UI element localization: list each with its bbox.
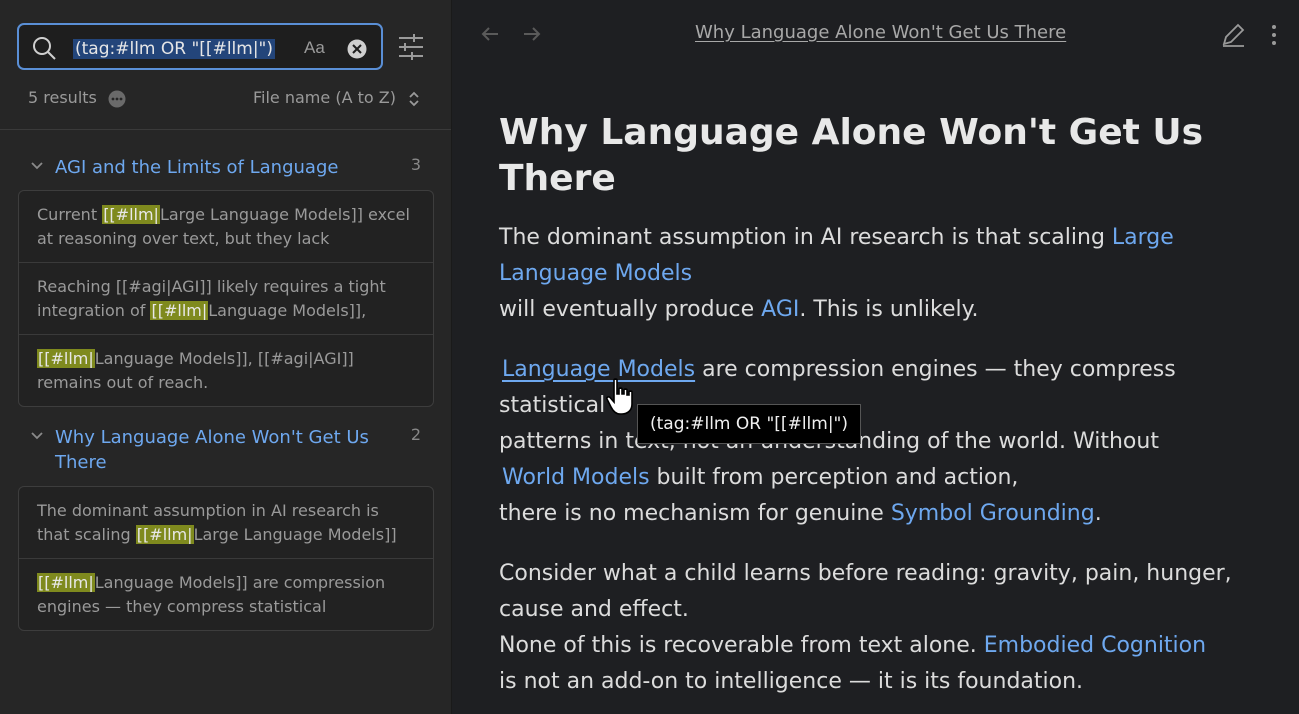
match-case-toggle[interactable]: Aa xyxy=(304,38,325,58)
paragraph: Consider what a child learns before read… xyxy=(499,561,1232,694)
link-tooltip: (tag:#llm OR "[[#llm|") xyxy=(637,404,861,444)
view-header: Why Language Alone Won't Get Us There xyxy=(452,0,1299,68)
search-sidebar: (tag:#llm OR "[[#llm|") Aa 5 results Fil… xyxy=(0,0,452,714)
result-group-header[interactable]: Why Language Alone Won't Get Us There 2 xyxy=(18,425,438,477)
match-snippet[interactable]: Current [[#llm|Large Language Models]] e… xyxy=(19,191,433,263)
more-options-icon[interactable] xyxy=(108,90,126,108)
internal-link[interactable]: Symbol Grounding xyxy=(891,501,1095,526)
hand-cursor-icon xyxy=(606,378,633,415)
search-settings-icon[interactable] xyxy=(398,34,424,60)
match-count: 3 xyxy=(410,155,421,174)
sort-order-dropdown[interactable]: File name (A to Z) xyxy=(253,88,396,107)
sidebar-divider xyxy=(0,129,451,130)
chevron-down-icon[interactable] xyxy=(30,159,44,173)
result-group-header[interactable]: AGI and the Limits of Language 3 xyxy=(18,155,438,181)
match-snippet[interactable]: [[#llm|Language Models]], [[#agi|AGI]] r… xyxy=(19,335,433,406)
internal-link[interactable]: World Models xyxy=(502,465,650,490)
results-count: 5 results xyxy=(28,88,97,107)
search-box[interactable]: (tag:#llm OR "[[#llm|") Aa xyxy=(17,23,383,70)
match-snippet[interactable]: The dominant assumption in AI research i… xyxy=(19,487,433,559)
arrow-left-icon[interactable] xyxy=(480,24,500,44)
app-window: (tag:#llm OR "[[#llm|") Aa 5 results Fil… xyxy=(0,0,1299,714)
sort-chevrons-icon[interactable] xyxy=(408,91,420,107)
note-title-header[interactable]: Why Language Alone Won't Get Us There xyxy=(695,22,1066,43)
match-list: Current [[#llm|Large Language Models]] e… xyxy=(18,190,434,407)
paragraph: The dominant assumption in AI research i… xyxy=(499,225,1174,322)
match-snippet[interactable]: Reaching [[#agi|AGI]] likely requires a … xyxy=(19,263,433,335)
more-vertical-icon[interactable] xyxy=(1270,24,1278,46)
match-list: The dominant assumption in AI research i… xyxy=(18,486,434,631)
clear-search-icon[interactable] xyxy=(347,39,367,59)
internal-link[interactable]: Embodied Cognition xyxy=(984,633,1206,658)
pencil-icon[interactable] xyxy=(1220,22,1246,48)
chevron-down-icon[interactable] xyxy=(30,429,44,443)
search-icon xyxy=(33,37,56,60)
internal-link[interactable]: AGI xyxy=(761,297,799,322)
internal-link-hovered[interactable]: Language Models xyxy=(502,357,695,382)
arrow-right-icon[interactable] xyxy=(522,24,542,44)
editor-pane: Why Language Alone Won't Get Us There Wh… xyxy=(452,0,1299,714)
result-file-title[interactable]: Why Language Alone Won't Get Us There xyxy=(55,425,385,475)
match-snippet[interactable]: [[#llm|Language Models]] are compression… xyxy=(19,559,433,630)
match-count: 2 xyxy=(410,425,421,444)
note-heading: Why Language Alone Won't Get Us There xyxy=(499,112,1204,199)
result-file-title[interactable]: AGI and the Limits of Language xyxy=(55,155,338,180)
search-input[interactable]: (tag:#llm OR "[[#llm|") xyxy=(73,37,275,61)
